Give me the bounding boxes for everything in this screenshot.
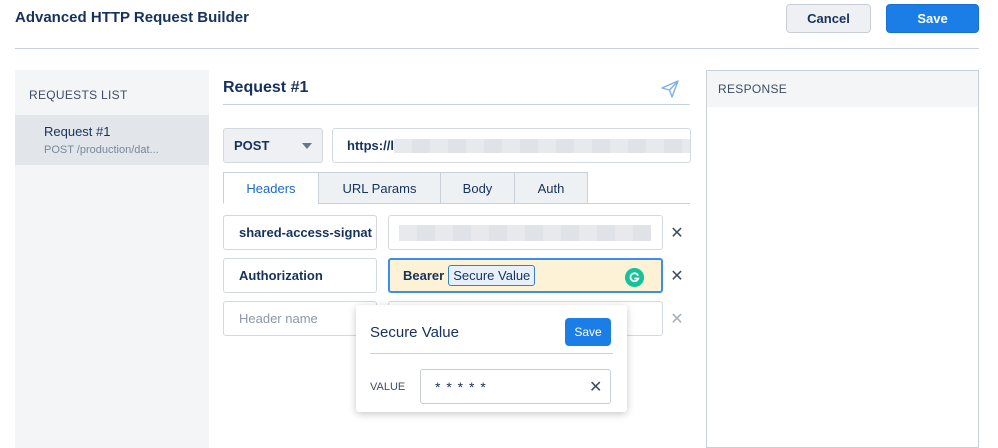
header-name-input[interactable]: Header name [223, 301, 377, 336]
chevron-down-icon [302, 143, 312, 149]
method-value: POST [234, 138, 270, 153]
app-title: Advanced HTTP Request Builder [15, 9, 249, 26]
response-heading: RESPONSE [707, 71, 978, 107]
secure-value-token[interactable]: Secure Value [448, 265, 536, 286]
secure-value-popover: Secure Value Save VALUE * * * * * ✕ [356, 305, 627, 412]
request-list-item[interactable]: Request #1 POST /production/dat... [15, 115, 209, 165]
tab-headers[interactable]: Headers [223, 172, 319, 204]
cancel-button[interactable]: Cancel [786, 4, 871, 33]
save-button[interactable]: Save [886, 4, 979, 33]
method-select[interactable]: POST [223, 128, 323, 163]
popover-title: Secure Value [370, 324, 459, 341]
header-name-placeholder: Header name [239, 311, 318, 326]
close-icon[interactable]: ✕ [670, 269, 684, 285]
tab-auth[interactable]: Auth [514, 172, 588, 204]
header-name-value: Authorization [239, 268, 323, 283]
redacted-header-value [399, 224, 651, 241]
redacted-url [393, 138, 690, 153]
request-tabs: Headers URL Params Body Auth [223, 172, 588, 204]
popover-divider [370, 353, 613, 354]
url-input[interactable]: https://l [332, 128, 691, 163]
secure-value-input[interactable]: * * * * * [420, 369, 611, 404]
value-label: VALUE [370, 381, 406, 393]
header-value-input[interactable]: Bearer Secure Value [388, 258, 663, 293]
request-divider [223, 104, 690, 105]
tab-url-params[interactable]: URL Params [318, 172, 441, 204]
requests-list-heading: REQUESTS LIST [29, 88, 128, 102]
paper-plane-icon[interactable] [660, 79, 680, 99]
request-item-subtitle: POST /production/dat... [44, 144, 159, 156]
close-icon[interactable]: ✕ [670, 226, 684, 242]
tabs-divider [585, 203, 690, 204]
request-title: Request #1 [223, 79, 309, 96]
header-value-prefix: Bearer [403, 268, 445, 283]
tab-body[interactable]: Body [440, 172, 515, 204]
response-panel: RESPONSE [706, 70, 979, 448]
header-name-value: shared-access-signat [239, 225, 372, 240]
header-value-input[interactable] [388, 215, 663, 250]
secure-value-masked: * * * * * [435, 378, 487, 395]
grammarly-icon[interactable] [625, 268, 644, 287]
popover-save-button[interactable]: Save [565, 318, 611, 346]
url-value: https://l [347, 138, 394, 153]
requests-list-panel: REQUESTS LIST Request #1 POST /productio… [15, 70, 209, 448]
request-item-name: Request #1 [44, 124, 111, 139]
close-icon[interactable]: ✕ [589, 380, 602, 396]
header-name-input[interactable]: shared-access-signat [223, 215, 377, 250]
header-divider [15, 48, 979, 49]
close-icon[interactable]: ✕ [670, 312, 684, 328]
header-name-input[interactable]: Authorization [223, 258, 377, 293]
